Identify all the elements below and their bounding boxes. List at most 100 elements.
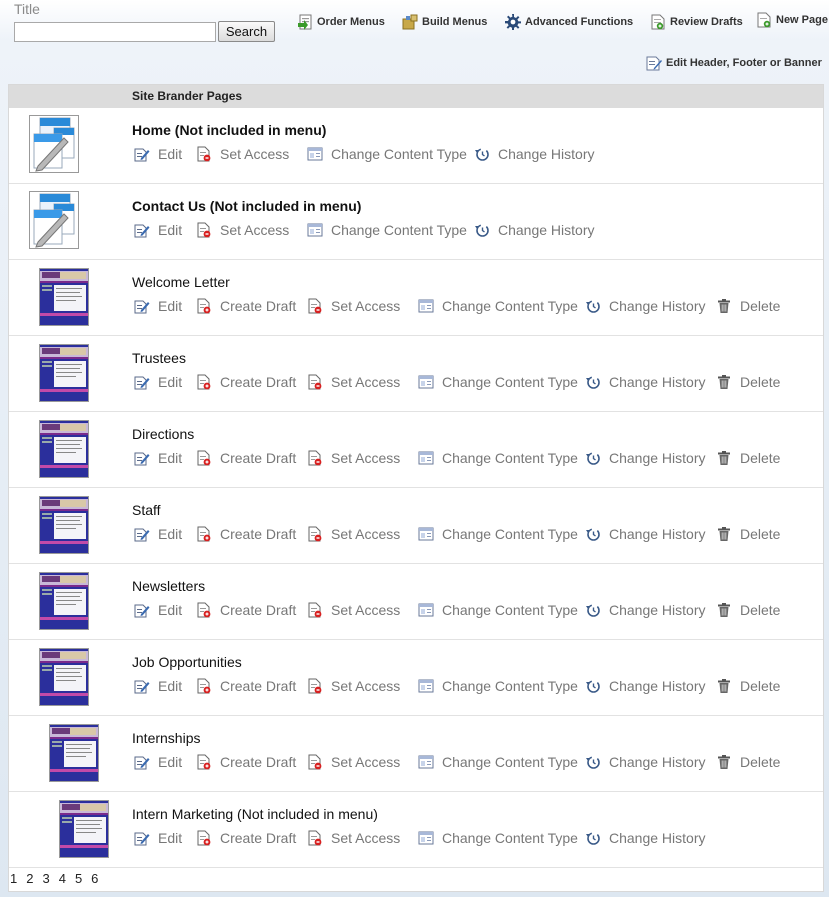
edit-action[interactable]: Edit	[134, 526, 182, 542]
change-history-action[interactable]: Change History	[585, 526, 706, 542]
set-access-action[interactable]: Set Access	[307, 298, 400, 314]
edit-action[interactable]: Edit	[134, 602, 182, 618]
page-thumbnail[interactable]	[29, 115, 79, 173]
change-content-type-action[interactable]: Change Content Type	[418, 526, 578, 542]
set-access-action[interactable]: Set Access	[307, 602, 400, 618]
set-access-action[interactable]: Set Access	[196, 146, 289, 162]
action-label: Delete	[740, 678, 781, 694]
change-content-type-action[interactable]: Change Content Type	[418, 450, 578, 466]
delete-action[interactable]: Delete	[716, 678, 780, 694]
set-access-action[interactable]: Set Access	[307, 678, 400, 694]
pagination: 123456	[10, 871, 107, 886]
page-number-link[interactable]: 5	[75, 871, 82, 886]
change-history-action[interactable]: Change History	[585, 374, 706, 390]
change-content-type-action[interactable]: Change Content Type	[418, 830, 578, 846]
edit-icon	[134, 450, 150, 466]
page-thumbnail[interactable]	[39, 572, 89, 630]
create-draft-action[interactable]: Create Draft	[196, 754, 296, 770]
edit-action[interactable]: Edit	[134, 374, 182, 390]
page-title[interactable]: Staff	[132, 502, 161, 518]
change-history-action[interactable]: Change History	[585, 678, 706, 694]
edit-action[interactable]: Edit	[134, 222, 182, 238]
create-draft-action[interactable]: Create Draft	[196, 830, 296, 846]
edit-action[interactable]: Edit	[134, 146, 182, 162]
create-draft-action[interactable]: Create Draft	[196, 526, 296, 542]
page-number-link[interactable]: 6	[91, 871, 98, 886]
page-number-link[interactable]: 2	[26, 871, 33, 886]
action-label: Create Draft	[220, 830, 297, 846]
delete-action[interactable]: Delete	[716, 450, 780, 466]
delete-action[interactable]: Delete	[716, 298, 780, 314]
page-title[interactable]: Intern Marketing (Not included in menu)	[132, 806, 378, 822]
set-access-action[interactable]: Set Access	[196, 222, 289, 238]
change-history-action[interactable]: Change History	[585, 830, 706, 846]
advanced-functions-button[interactable]: Advanced Functions	[505, 14, 633, 30]
create-draft-action[interactable]: Create Draft	[196, 602, 296, 618]
change-history-action[interactable]: Change History	[585, 754, 706, 770]
change-content-type-action[interactable]: Change Content Type	[418, 754, 578, 770]
create-draft-icon	[196, 374, 212, 390]
change-history-action[interactable]: Change History	[585, 602, 706, 618]
change-history-action[interactable]: Change History	[585, 298, 706, 314]
delete-action[interactable]: Delete	[716, 602, 780, 618]
edit-action[interactable]: Edit	[134, 298, 182, 314]
history-icon	[585, 754, 601, 770]
set-access-action[interactable]: Set Access	[307, 450, 400, 466]
action-label: Create Draft	[220, 526, 297, 542]
edit-action[interactable]: Edit	[134, 678, 182, 694]
review-drafts-button[interactable]: Review Drafts	[650, 14, 743, 30]
page-title[interactable]: Home (Not included in menu)	[132, 122, 326, 138]
delete-action[interactable]: Delete	[716, 526, 780, 542]
page-thumbnail[interactable]	[29, 191, 79, 249]
create-draft-action[interactable]: Create Draft	[196, 298, 296, 314]
edit-action[interactable]: Edit	[134, 754, 182, 770]
title-search-input[interactable]	[14, 22, 216, 42]
page-thumbnail[interactable]	[49, 724, 99, 782]
create-draft-action[interactable]: Create Draft	[196, 678, 296, 694]
edit-action[interactable]: Edit	[134, 830, 182, 846]
new-page-button[interactable]: New Page	[756, 12, 828, 28]
search-button[interactable]: Search	[218, 21, 275, 42]
create-draft-action[interactable]: Create Draft	[196, 450, 296, 466]
set-access-action[interactable]: Set Access	[307, 830, 400, 846]
delete-action[interactable]: Delete	[716, 754, 780, 770]
change-history-action[interactable]: Change History	[474, 222, 595, 238]
change-content-type-action[interactable]: Change Content Type	[418, 374, 578, 390]
page-thumbnail[interactable]	[39, 420, 89, 478]
page-title[interactable]: Directions	[132, 426, 194, 442]
change-content-type-action[interactable]: Change Content Type	[418, 678, 578, 694]
page-number-link[interactable]: 3	[42, 871, 49, 886]
change-content-type-action[interactable]: Change Content Type	[307, 222, 467, 238]
delete-action[interactable]: Delete	[716, 374, 780, 390]
change-history-action[interactable]: Change History	[474, 146, 595, 162]
page-title[interactable]: Job Opportunities	[132, 654, 242, 670]
build-menus-button[interactable]: Build Menus	[402, 14, 487, 30]
page-number-link[interactable]: 1	[10, 871, 17, 886]
change-content-type-action[interactable]: Change Content Type	[307, 146, 467, 162]
action-label: Edit	[158, 678, 183, 694]
action-label: Change Content Type	[442, 526, 578, 542]
edit-action[interactable]: Edit	[134, 450, 182, 466]
page-thumbnail[interactable]	[39, 344, 89, 402]
order-menus-button[interactable]: Order Menus	[297, 14, 385, 30]
page-title[interactable]: Trustees	[132, 350, 186, 366]
page-title[interactable]: Contact Us (Not included in menu)	[132, 198, 361, 214]
page-number-link[interactable]: 4	[59, 871, 66, 886]
page-title[interactable]: Welcome Letter	[132, 274, 230, 290]
page-thumbnail[interactable]	[39, 268, 89, 326]
change-content-type-icon	[418, 526, 434, 542]
page-title[interactable]: Internships	[132, 730, 200, 746]
create-draft-action[interactable]: Create Draft	[196, 374, 296, 390]
change-content-type-action[interactable]: Change Content Type	[418, 298, 578, 314]
edit-header-footer-banner-button[interactable]: Edit Header, Footer or Banner	[646, 55, 822, 71]
set-access-action[interactable]: Set Access	[307, 754, 400, 770]
page-thumbnail[interactable]	[59, 800, 109, 858]
set-access-action[interactable]: Set Access	[307, 526, 400, 542]
set-access-action[interactable]: Set Access	[307, 374, 400, 390]
page-title[interactable]: Newsletters	[132, 578, 205, 594]
change-history-action[interactable]: Change History	[585, 450, 706, 466]
order-menus-icon	[298, 14, 312, 30]
page-thumbnail[interactable]	[39, 648, 89, 706]
page-thumbnail[interactable]	[39, 496, 89, 554]
change-content-type-action[interactable]: Change Content Type	[418, 602, 578, 618]
